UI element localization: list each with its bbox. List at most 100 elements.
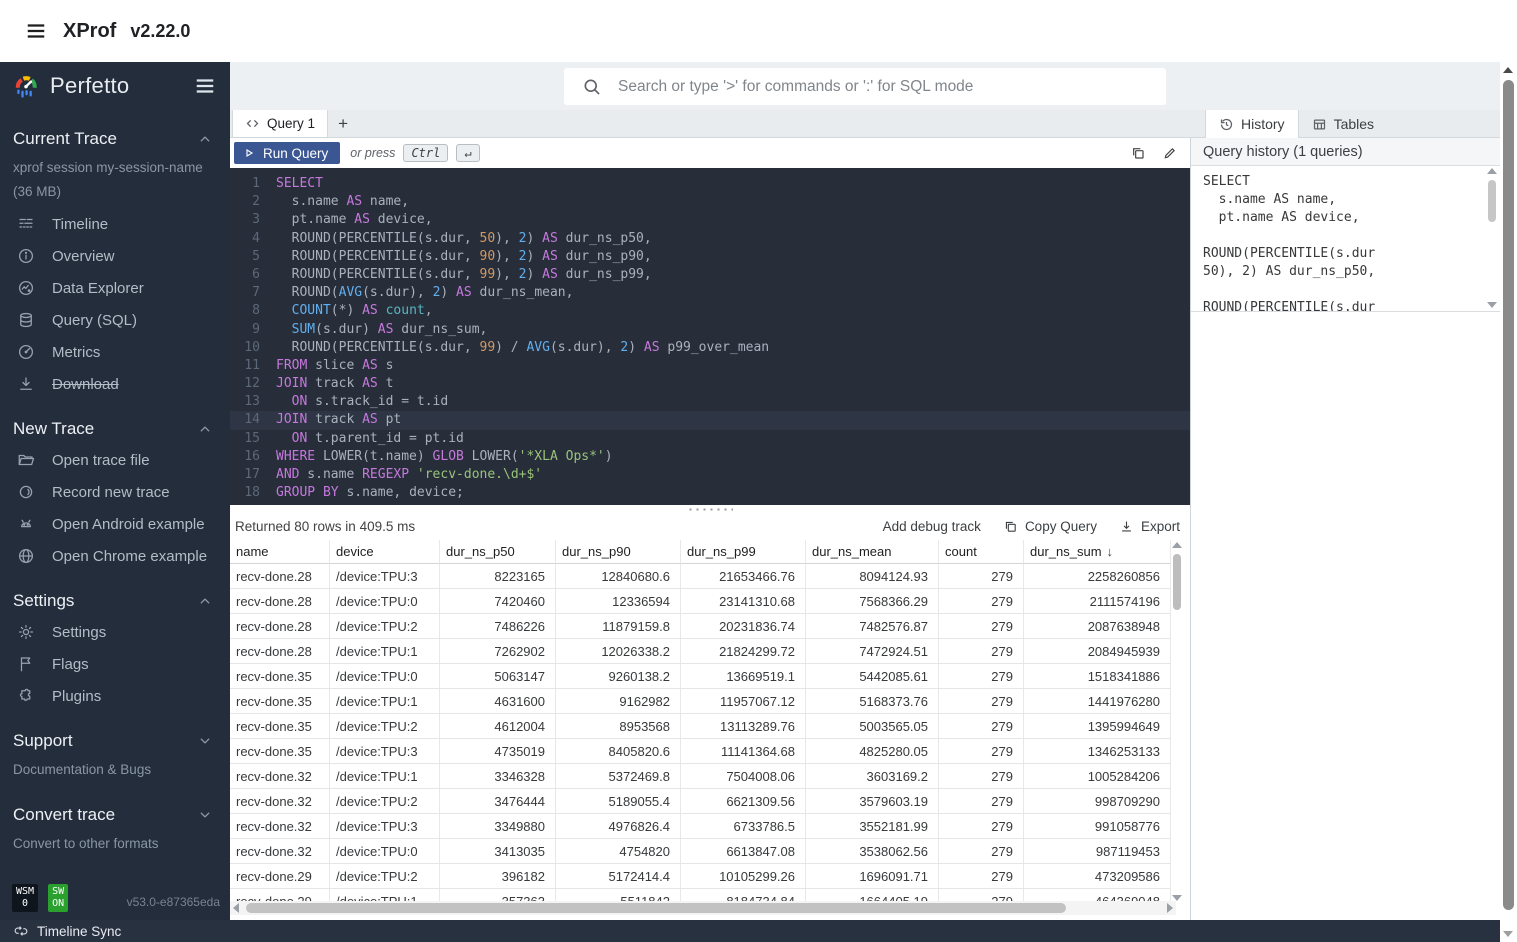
editor-line-2[interactable]: 2 s.name AS name, <box>230 193 1190 211</box>
editor-line-4[interactable]: 4 ROUND(PERCENTILE(s.dur, 50), 2) AS dur… <box>230 230 1190 248</box>
tab-query-1[interactable]: Query 1 <box>232 110 328 137</box>
section-header-convert-trace[interactable]: Convert trace <box>0 800 230 830</box>
column-header-dur-ns-p90[interactable]: dur_ns_p90 <box>556 540 681 564</box>
tab-tables[interactable]: Tables <box>1299 110 1387 138</box>
editor-line-7[interactable]: 7 ROUND(AVG(s.dur), 2) AS dur_ns_mean, <box>230 284 1190 302</box>
section-title: Current Trace <box>13 129 196 149</box>
page-scroll-down-icon[interactable] <box>1503 931 1513 937</box>
sidebar-sections: Current Tracexprof session my-session-na… <box>0 124 230 860</box>
scroll-right-arrow-icon[interactable] <box>1167 903 1173 913</box>
page-vertical-scrollbar[interactable] <box>1500 62 1517 942</box>
row-name-cell: recv-done.32 <box>230 764 330 789</box>
section-title: New Trace <box>13 419 196 439</box>
add-debug-track-button[interactable]: Add debug track <box>883 519 981 534</box>
line-number: 17 <box>230 466 260 484</box>
editor-line-16[interactable]: 16WHERE LOWER(t.name) GLOB LOWER('*XLA O… <box>230 448 1190 466</box>
add-query-tab-button[interactable]: + <box>328 110 358 137</box>
editor-results-splitter[interactable] <box>230 505 1190 513</box>
copy-icon[interactable] <box>1130 145 1146 161</box>
timeline-sync-label[interactable]: Timeline Sync <box>37 924 121 939</box>
export-button[interactable]: Export <box>1119 519 1180 534</box>
sidebar-item-download[interactable]: Download <box>0 368 230 400</box>
editor-line-1[interactable]: 1SELECT <box>230 175 1190 193</box>
tab-history[interactable]: History <box>1205 110 1299 138</box>
history-scroll-up-icon[interactable] <box>1487 168 1497 174</box>
sql-editor[interactable]: 1SELECT2 s.name AS name,3 pt.name AS dev… <box>230 168 1190 505</box>
add-debug-track-label: Add debug track <box>883 519 981 534</box>
sidebar-item-query-sql[interactable]: Query (SQL) <box>0 304 230 336</box>
run-query-label: Run Query <box>263 146 328 161</box>
row-cell: 7486226 <box>440 614 556 639</box>
column-header-dur-ns-mean[interactable]: dur_ns_mean <box>806 540 939 564</box>
app-menu-icon[interactable] <box>25 20 47 42</box>
or-press-label: or press <box>350 146 395 160</box>
scroll-left-arrow-icon[interactable] <box>233 903 239 913</box>
sync-icon <box>14 924 28 938</box>
row-name-cell: recv-done.32 <box>230 839 330 864</box>
chevron-up-icon <box>196 592 214 610</box>
editor-line-3[interactable]: 3 pt.name AS device, <box>230 211 1190 229</box>
edit-pencil-icon[interactable] <box>1162 145 1178 161</box>
editor-line-9[interactable]: 9 SUM(s.dur) AS dur_ns_sum, <box>230 321 1190 339</box>
status-bar: Timeline Sync <box>0 920 1500 942</box>
query-history-entry[interactable]: SELECT s.name AS name, pt.name AS device… <box>1191 166 1500 312</box>
page-scroll-up-icon[interactable] <box>1503 67 1513 73</box>
column-header-count[interactable]: count <box>939 540 1024 564</box>
row-cell: 1395994649 <box>1024 714 1171 739</box>
copy-query-button[interactable]: Copy Query <box>1003 519 1097 534</box>
table-horizontal-scrollbar[interactable] <box>230 901 1176 915</box>
editor-line-11[interactable]: 11FROM slice AS s <box>230 357 1190 375</box>
column-header-name[interactable]: name <box>230 540 330 564</box>
table-vertical-scrollbar[interactable] <box>1171 542 1183 901</box>
sidebar-item-timeline[interactable]: Timeline <box>0 208 230 240</box>
section-header-settings[interactable]: Settings <box>0 586 230 616</box>
row-cell: /device:TPU:0 <box>330 664 440 689</box>
section-header-support[interactable]: Support <box>0 726 230 756</box>
row-cell: 11141364.68 <box>681 739 806 764</box>
sidebar-menu-icon[interactable] <box>194 75 216 97</box>
section-title: Support <box>13 731 196 751</box>
run-query-button[interactable]: Run Query <box>234 142 340 164</box>
sidebar-item-data-explorer[interactable]: Data Explorer <box>0 272 230 304</box>
sidebar-item-metrics[interactable]: Metrics <box>0 336 230 368</box>
scroll-up-arrow-icon[interactable] <box>1172 542 1182 548</box>
sidebar-item-settings[interactable]: Settings <box>0 616 230 648</box>
editor-line-10[interactable]: 10 ROUND(PERCENTILE(s.dur, 99) / AVG(s.d… <box>230 339 1190 357</box>
row-cell: 7420460 <box>440 589 556 614</box>
sidebar-item-plugins[interactable]: Plugins <box>0 680 230 712</box>
search-input[interactable] <box>618 78 1166 96</box>
copy-query-icon <box>1003 519 1018 534</box>
page-scroll-thumb[interactable] <box>1503 80 1514 910</box>
editor-line-12[interactable]: 12JOIN track AS t <box>230 375 1190 393</box>
sidebar-item-record-new-trace[interactable]: Record new trace <box>0 476 230 508</box>
sidebar-item-overview[interactable]: Overview <box>0 240 230 272</box>
editor-line-5[interactable]: 5 ROUND(PERCENTILE(s.dur, 90), 2) AS dur… <box>230 248 1190 266</box>
history-scroll-down-icon[interactable] <box>1487 302 1497 308</box>
column-header-dur-ns-p99[interactable]: dur_ns_p99 <box>681 540 806 564</box>
section-header-current-trace[interactable]: Current Trace <box>0 124 230 154</box>
row-name-cell: recv-done.35 <box>230 739 330 764</box>
column-header-device[interactable]: device <box>330 540 440 564</box>
editor-line-18[interactable]: 18GROUP BY s.name, device; <box>230 484 1190 502</box>
history-scrollbar[interactable] <box>1486 168 1498 308</box>
table-hscroll-thumb[interactable] <box>246 903 1066 913</box>
editor-line-6[interactable]: 6 ROUND(PERCENTILE(s.dur, 99), 2) AS dur… <box>230 266 1190 284</box>
section-header-new-trace[interactable]: New Trace <box>0 414 230 444</box>
column-header-dur-ns-sum[interactable]: dur_ns_sum↓ <box>1024 540 1171 564</box>
row-cell: 4976826.4 <box>556 814 681 839</box>
editor-line-15[interactable]: 15 ON t.parent_id = pt.id <box>230 430 1190 448</box>
line-code: ROUND(AVG(s.dur), 2) AS dur_ns_mean, <box>276 284 573 302</box>
editor-line-17[interactable]: 17AND s.name REGEXP 'recv-done.\d+$' <box>230 466 1190 484</box>
sidebar-item-open-android-example[interactable]: Open Android example <box>0 508 230 540</box>
editor-line-8[interactable]: 8 COUNT(*) AS count, <box>230 302 1190 320</box>
column-header-dur-ns-p50[interactable]: dur_ns_p50 <box>440 540 556 564</box>
sidebar-item-flags[interactable]: Flags <box>0 648 230 680</box>
editor-line-14[interactable]: 14JOIN track AS pt <box>230 411 1190 429</box>
sidebar-item-open-trace-file[interactable]: Open trace file <box>0 444 230 476</box>
table-vscroll-thumb[interactable] <box>1173 554 1181 610</box>
sidebar-item-open-chrome-example[interactable]: Open Chrome example <box>0 540 230 572</box>
splitter-grip-icon <box>687 508 733 511</box>
editor-line-13[interactable]: 13 ON s.track_id = t.id <box>230 393 1190 411</box>
history-scroll-thumb[interactable] <box>1488 180 1496 222</box>
row-cell: 3538062.56 <box>806 839 939 864</box>
